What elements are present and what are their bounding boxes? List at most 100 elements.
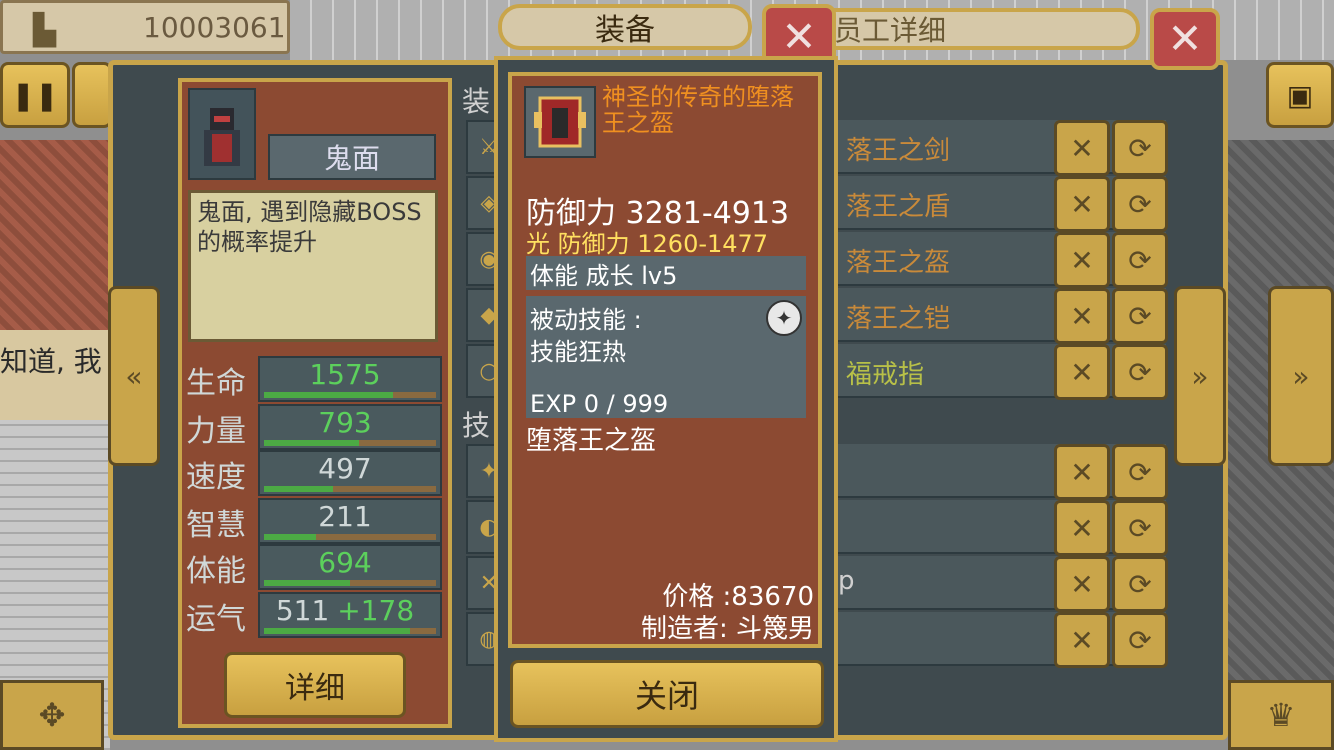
menu-icon[interactable] — [72, 62, 112, 128]
stat-progress-track — [264, 534, 436, 540]
equipment-name: 落王之铠 — [846, 304, 951, 334]
masked-character-icon — [204, 108, 240, 166]
stat-progress-track — [264, 580, 436, 586]
unequip-button[interactable]: ✕ — [1054, 120, 1110, 176]
stat-number: 793 — [318, 406, 372, 439]
stat-progress-track — [264, 440, 436, 446]
swap-button[interactable]: ⟳ — [1112, 176, 1168, 232]
stat-progress-track — [264, 486, 436, 492]
equip-section-label: 装 — [462, 85, 491, 118]
stat-label: 速度 — [186, 460, 246, 495]
swap-button[interactable]: ⟳ — [1112, 444, 1168, 500]
stat-label: 体能 — [186, 554, 246, 589]
unequip-button[interactable]: ✕ — [1054, 500, 1110, 556]
helmet-icon — [524, 86, 596, 158]
employee-name[interactable]: 鬼面 — [268, 134, 436, 180]
move-icon[interactable]: ✥ — [0, 680, 104, 750]
background-carpet — [0, 140, 110, 340]
unequip-button[interactable]: ✕ — [1054, 288, 1110, 344]
stat-bar: 694 — [258, 544, 442, 590]
stat-progress-track — [264, 628, 436, 634]
employee-avatar — [188, 88, 256, 180]
chevron-right-icon: » — [1191, 359, 1209, 393]
item-full-name: 神圣的传奇的堕落王之盔 — [602, 83, 794, 138]
item-exp: EXP 0 / 999 — [530, 390, 669, 418]
partial-text: p — [838, 566, 855, 596]
stat-bar: 793 — [258, 404, 442, 450]
item-maker: 制造者: 斗篾男 — [640, 614, 814, 644]
swap-button[interactable]: ⟳ — [1112, 344, 1168, 400]
item-skill-box: 被动技能 : 技能狂热 EXP 0 / 999 ✦ — [526, 296, 806, 418]
stat-label: 运气 — [186, 602, 246, 637]
money-bar: ▙ 10003061 — [0, 0, 290, 54]
crown-icon[interactable]: ♛ — [1228, 680, 1334, 750]
stat-number: 497 — [318, 452, 372, 485]
unequip-button[interactable]: ✕ — [1054, 612, 1110, 668]
skill-section-label: 技 — [462, 409, 491, 442]
item-name: 堕落王之盔 — [526, 426, 657, 456]
swap-button[interactable]: ⟳ — [1112, 556, 1168, 612]
stat-value: 497 — [260, 452, 430, 485]
swap-button[interactable]: ⟳ — [1112, 232, 1168, 288]
employee-description: 鬼面, 遇到隐藏BOSS的概率提升 — [188, 190, 438, 342]
detail-button[interactable]: 详细 — [224, 652, 406, 718]
stat-value: 211 — [260, 500, 430, 533]
helmet-icon-graphic — [534, 96, 586, 148]
item-light-defense: 光 防御力 1260-1477 — [526, 230, 769, 258]
detail-window-title: 员工详细 — [790, 8, 1140, 50]
swap-button[interactable]: ⟳ — [1112, 612, 1168, 668]
stat-progress-fill — [264, 392, 393, 398]
close-icon: ✕ — [781, 12, 817, 61]
equipment-name: 落王之盔 — [846, 248, 951, 278]
unequip-button[interactable]: ✕ — [1054, 232, 1110, 288]
stat-bonus: +178 — [337, 594, 415, 627]
close-icon: ✕ — [1167, 14, 1203, 63]
equipment-name: 落王之剑 — [846, 136, 951, 166]
swap-button[interactable]: ⟳ — [1112, 288, 1168, 344]
chevron-left-icon: « — [125, 359, 143, 393]
prev-arrow-button[interactable]: « — [108, 286, 160, 466]
unequip-button[interactable]: ✕ — [1054, 176, 1110, 232]
popup-title-tab: 装备 — [498, 4, 752, 50]
stat-label: 生命 — [186, 366, 246, 401]
stat-bar: 211 — [258, 498, 442, 544]
detail-close-button[interactable]: ✕ — [1150, 8, 1220, 70]
money-value: 10003061 — [143, 11, 286, 44]
stat-bar: 497 — [258, 450, 442, 496]
unequip-button[interactable]: ✕ — [1054, 556, 1110, 612]
stat-bar: 511 +178 — [258, 592, 442, 638]
stat-number: 211 — [318, 500, 372, 533]
stat-number: 694 — [318, 546, 372, 579]
building-icon: ▙ — [33, 13, 57, 48]
next-arrow-button[interactable]: » — [1174, 286, 1226, 466]
stat-progress-fill — [264, 486, 333, 492]
stat-progress-fill — [264, 580, 350, 586]
stat-progress-track — [264, 392, 436, 398]
equipment-name: 落王之盾 — [846, 192, 951, 222]
stat-label: 智慧 — [186, 508, 246, 543]
stat-bar: 1575 — [258, 356, 442, 402]
passive-skill-name: 技能狂热 — [530, 338, 626, 366]
stat-progress-fill — [264, 440, 359, 446]
stat-value: 511 +178 — [260, 594, 430, 627]
next-page-arrow-button[interactable]: » — [1268, 286, 1334, 466]
passive-skill-label: 被动技能 : — [530, 306, 642, 334]
stat-value: 694 — [260, 546, 430, 579]
unequip-button[interactable]: ✕ — [1054, 444, 1110, 500]
pause-button[interactable]: ❚❚ — [0, 62, 70, 128]
speech-bubble-text: 知道, 我 — [0, 345, 102, 378]
stat-progress-fill — [264, 534, 316, 540]
camera-icon[interactable]: ▣ — [1266, 62, 1334, 128]
item-growth: 体能 成长 lv5 — [526, 256, 806, 290]
stat-value: 793 — [260, 406, 430, 439]
skill-info-icon[interactable]: ✦ — [766, 300, 802, 336]
stat-label: 力量 — [186, 414, 246, 449]
equipment-name: 福戒指 — [846, 360, 925, 390]
stat-value: 1575 — [260, 358, 430, 391]
swap-button[interactable]: ⟳ — [1112, 500, 1168, 556]
swap-button[interactable]: ⟳ — [1112, 120, 1168, 176]
unequip-button[interactable]: ✕ — [1054, 344, 1110, 400]
close-button[interactable]: 关闭 — [510, 660, 824, 728]
stat-progress-fill — [264, 628, 411, 634]
stat-number: 511 — [275, 594, 330, 627]
